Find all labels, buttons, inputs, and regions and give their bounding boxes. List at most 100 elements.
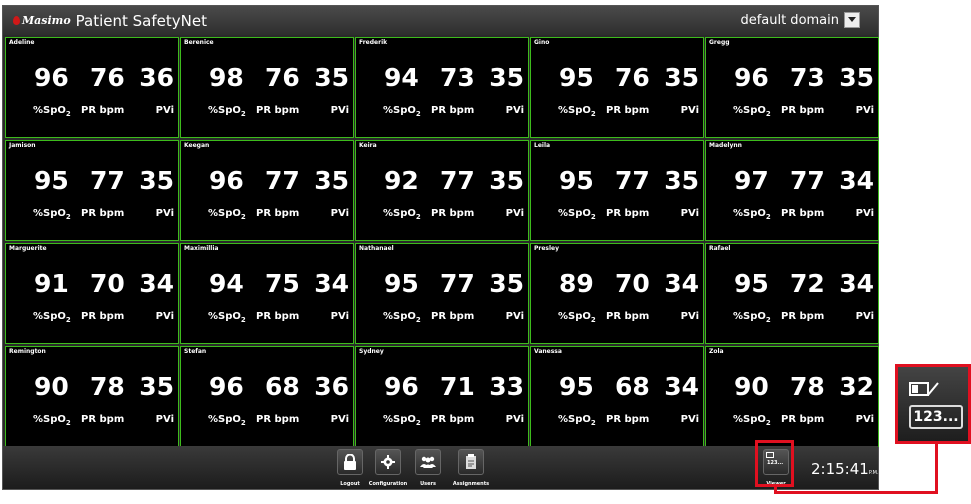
patient-name: Zola bbox=[709, 348, 724, 355]
masimo-logo-icon bbox=[13, 16, 20, 25]
logout-button[interactable]: Logout bbox=[334, 449, 366, 487]
pvi-value: 34 bbox=[664, 372, 699, 401]
users-label: Users bbox=[420, 481, 436, 487]
gear-icon bbox=[381, 455, 395, 469]
pr-label: PR bpm bbox=[81, 208, 125, 219]
patient-tile[interactable]: Vanessa 95 68 34 %SpO2 PR bpm PVi bbox=[530, 346, 704, 447]
patient-tile[interactable]: Zola 90 78 32 %SpO2 PR bpm PVi bbox=[705, 346, 879, 447]
pvi-label: PVi bbox=[505, 105, 524, 116]
pr-label: PR bpm bbox=[431, 414, 475, 425]
patient-tile[interactable]: Berenice 98 76 35 %SpO2 PR bpm PVi bbox=[180, 37, 354, 138]
viewer-zoom-text: 123... bbox=[909, 405, 963, 429]
pvi-label: PVi bbox=[680, 311, 699, 322]
patient-name: Frederik bbox=[359, 39, 388, 46]
spo2-label: %SpO2 bbox=[558, 208, 596, 221]
spo2-label: %SpO2 bbox=[383, 414, 421, 427]
pvi-value: 35 bbox=[489, 166, 524, 195]
pr-label: PR bpm bbox=[606, 208, 650, 219]
pvi-value: 34 bbox=[664, 269, 699, 298]
pvi-value: 34 bbox=[839, 269, 874, 298]
patient-tile[interactable]: Stefan 96 68 36 %SpO2 PR bpm PVi bbox=[180, 346, 354, 447]
clock: 2:15:41P.M. bbox=[811, 460, 879, 478]
spo2-label: %SpO2 bbox=[208, 105, 246, 118]
pr-label: PR bpm bbox=[256, 311, 300, 322]
pr-value: 72 bbox=[790, 269, 825, 298]
patient-tile[interactable]: Remington 90 78 35 %SpO2 PR bpm PVi bbox=[5, 346, 179, 447]
spo2-value: 95 bbox=[34, 166, 69, 195]
users-button[interactable]: Users bbox=[412, 449, 444, 487]
patient-tile[interactable]: Jamison 95 77 35 %SpO2 PR bpm PVi bbox=[5, 140, 179, 241]
callout-line bbox=[774, 491, 938, 494]
pvi-label: PVi bbox=[855, 208, 874, 219]
patient-tile[interactable]: Adeline 96 76 36 %SpO2 PR bpm PVi bbox=[5, 37, 179, 138]
patient-tile[interactable]: Marguerite 91 70 34 %SpO2 PR bpm PVi bbox=[5, 243, 179, 344]
patient-tile[interactable]: Keira 92 77 35 %SpO2 PR bpm PVi bbox=[355, 140, 529, 241]
spo2-value: 97 bbox=[734, 166, 769, 195]
patient-name: Stefan bbox=[184, 348, 207, 355]
spo2-value: 91 bbox=[34, 269, 69, 298]
pvi-value: 35 bbox=[664, 166, 699, 195]
patient-tile[interactable]: Gino 95 76 35 %SpO2 PR bpm PVi bbox=[530, 37, 704, 138]
patient-tile[interactable]: Keegan 96 77 35 %SpO2 PR bpm PVi bbox=[180, 140, 354, 241]
domain-selector[interactable]: default domain bbox=[740, 12, 860, 28]
assignments-button[interactable]: Assignments bbox=[452, 449, 490, 487]
patient-name: Gregg bbox=[709, 39, 730, 46]
spo2-value: 90 bbox=[34, 372, 69, 401]
pr-label: PR bpm bbox=[781, 311, 825, 322]
pr-value: 70 bbox=[615, 269, 650, 298]
pr-value: 70 bbox=[90, 269, 125, 298]
pvi-label: PVi bbox=[330, 105, 349, 116]
patient-tile[interactable]: Leila 95 77 35 %SpO2 PR bpm PVi bbox=[530, 140, 704, 241]
callout-line bbox=[935, 444, 938, 494]
pr-value: 71 bbox=[440, 372, 475, 401]
patient-name: Marguerite bbox=[9, 245, 47, 252]
chevron-down-icon[interactable] bbox=[844, 12, 860, 28]
configuration-button[interactable]: Configuration bbox=[369, 449, 407, 487]
spo2-label: %SpO2 bbox=[33, 208, 71, 221]
spo2-label: %SpO2 bbox=[383, 105, 421, 118]
spo2-label: %SpO2 bbox=[733, 208, 771, 221]
pr-label: PR bpm bbox=[256, 105, 300, 116]
logout-label: Logout bbox=[340, 481, 360, 487]
pr-value: 77 bbox=[440, 166, 475, 195]
users-icon bbox=[420, 456, 436, 468]
pvi-value: 35 bbox=[139, 166, 174, 195]
lock-icon bbox=[344, 454, 356, 470]
spo2-value: 94 bbox=[209, 269, 244, 298]
pr-label: PR bpm bbox=[606, 311, 650, 322]
patient-tile[interactable]: Madelynn 97 77 34 %SpO2 PR bpm PVi bbox=[705, 140, 879, 241]
pvi-label: PVi bbox=[505, 311, 524, 322]
patient-tile[interactable]: Frederik 94 73 35 %SpO2 PR bpm PVi bbox=[355, 37, 529, 138]
pr-label: PR bpm bbox=[81, 311, 125, 322]
pvi-value: 34 bbox=[839, 166, 874, 195]
bottom-toolbar: Logout Configuration Users Assignments 1… bbox=[3, 446, 879, 489]
patient-name: Vanessa bbox=[534, 348, 562, 355]
patient-name: Adeline bbox=[9, 39, 35, 46]
pvi-value: 35 bbox=[314, 63, 349, 92]
brand-name: Masimo bbox=[22, 14, 71, 27]
patient-tile[interactable]: Maximillia 94 75 34 %SpO2 PR bpm PVi bbox=[180, 243, 354, 344]
spo2-label: %SpO2 bbox=[733, 105, 771, 118]
assignments-label: Assignments bbox=[452, 481, 490, 487]
spo2-value: 95 bbox=[559, 166, 594, 195]
patient-tile[interactable]: Sydney 96 71 33 %SpO2 PR bpm PVi bbox=[355, 346, 529, 447]
app-title: Patient SafetyNet bbox=[75, 11, 207, 30]
patient-name: Rafael bbox=[709, 245, 731, 252]
pr-label: PR bpm bbox=[431, 208, 475, 219]
patient-tile[interactable]: Nathanael 95 77 35 %SpO2 PR bpm PVi bbox=[355, 243, 529, 344]
patient-name: Gino bbox=[534, 39, 550, 46]
patient-tile[interactable]: Presley 89 70 34 %SpO2 PR bpm PVi bbox=[530, 243, 704, 344]
patient-tile[interactable]: Gregg 96 73 35 %SpO2 PR bpm PVi bbox=[705, 37, 879, 138]
patient-tile[interactable]: Rafael 95 72 34 %SpO2 PR bpm PVi bbox=[705, 243, 879, 344]
pvi-label: PVi bbox=[680, 414, 699, 425]
pr-label: PR bpm bbox=[781, 105, 825, 116]
spo2-value: 98 bbox=[209, 63, 244, 92]
patient-safetynet-window: Masimo Patient SafetyNet default domain … bbox=[2, 5, 879, 490]
spo2-label: %SpO2 bbox=[558, 105, 596, 118]
pr-value: 77 bbox=[790, 166, 825, 195]
pr-value: 77 bbox=[615, 166, 650, 195]
assignments-icon bbox=[466, 454, 476, 469]
spo2-value: 95 bbox=[384, 269, 419, 298]
spo2-label: %SpO2 bbox=[733, 414, 771, 427]
pr-value: 76 bbox=[265, 63, 300, 92]
